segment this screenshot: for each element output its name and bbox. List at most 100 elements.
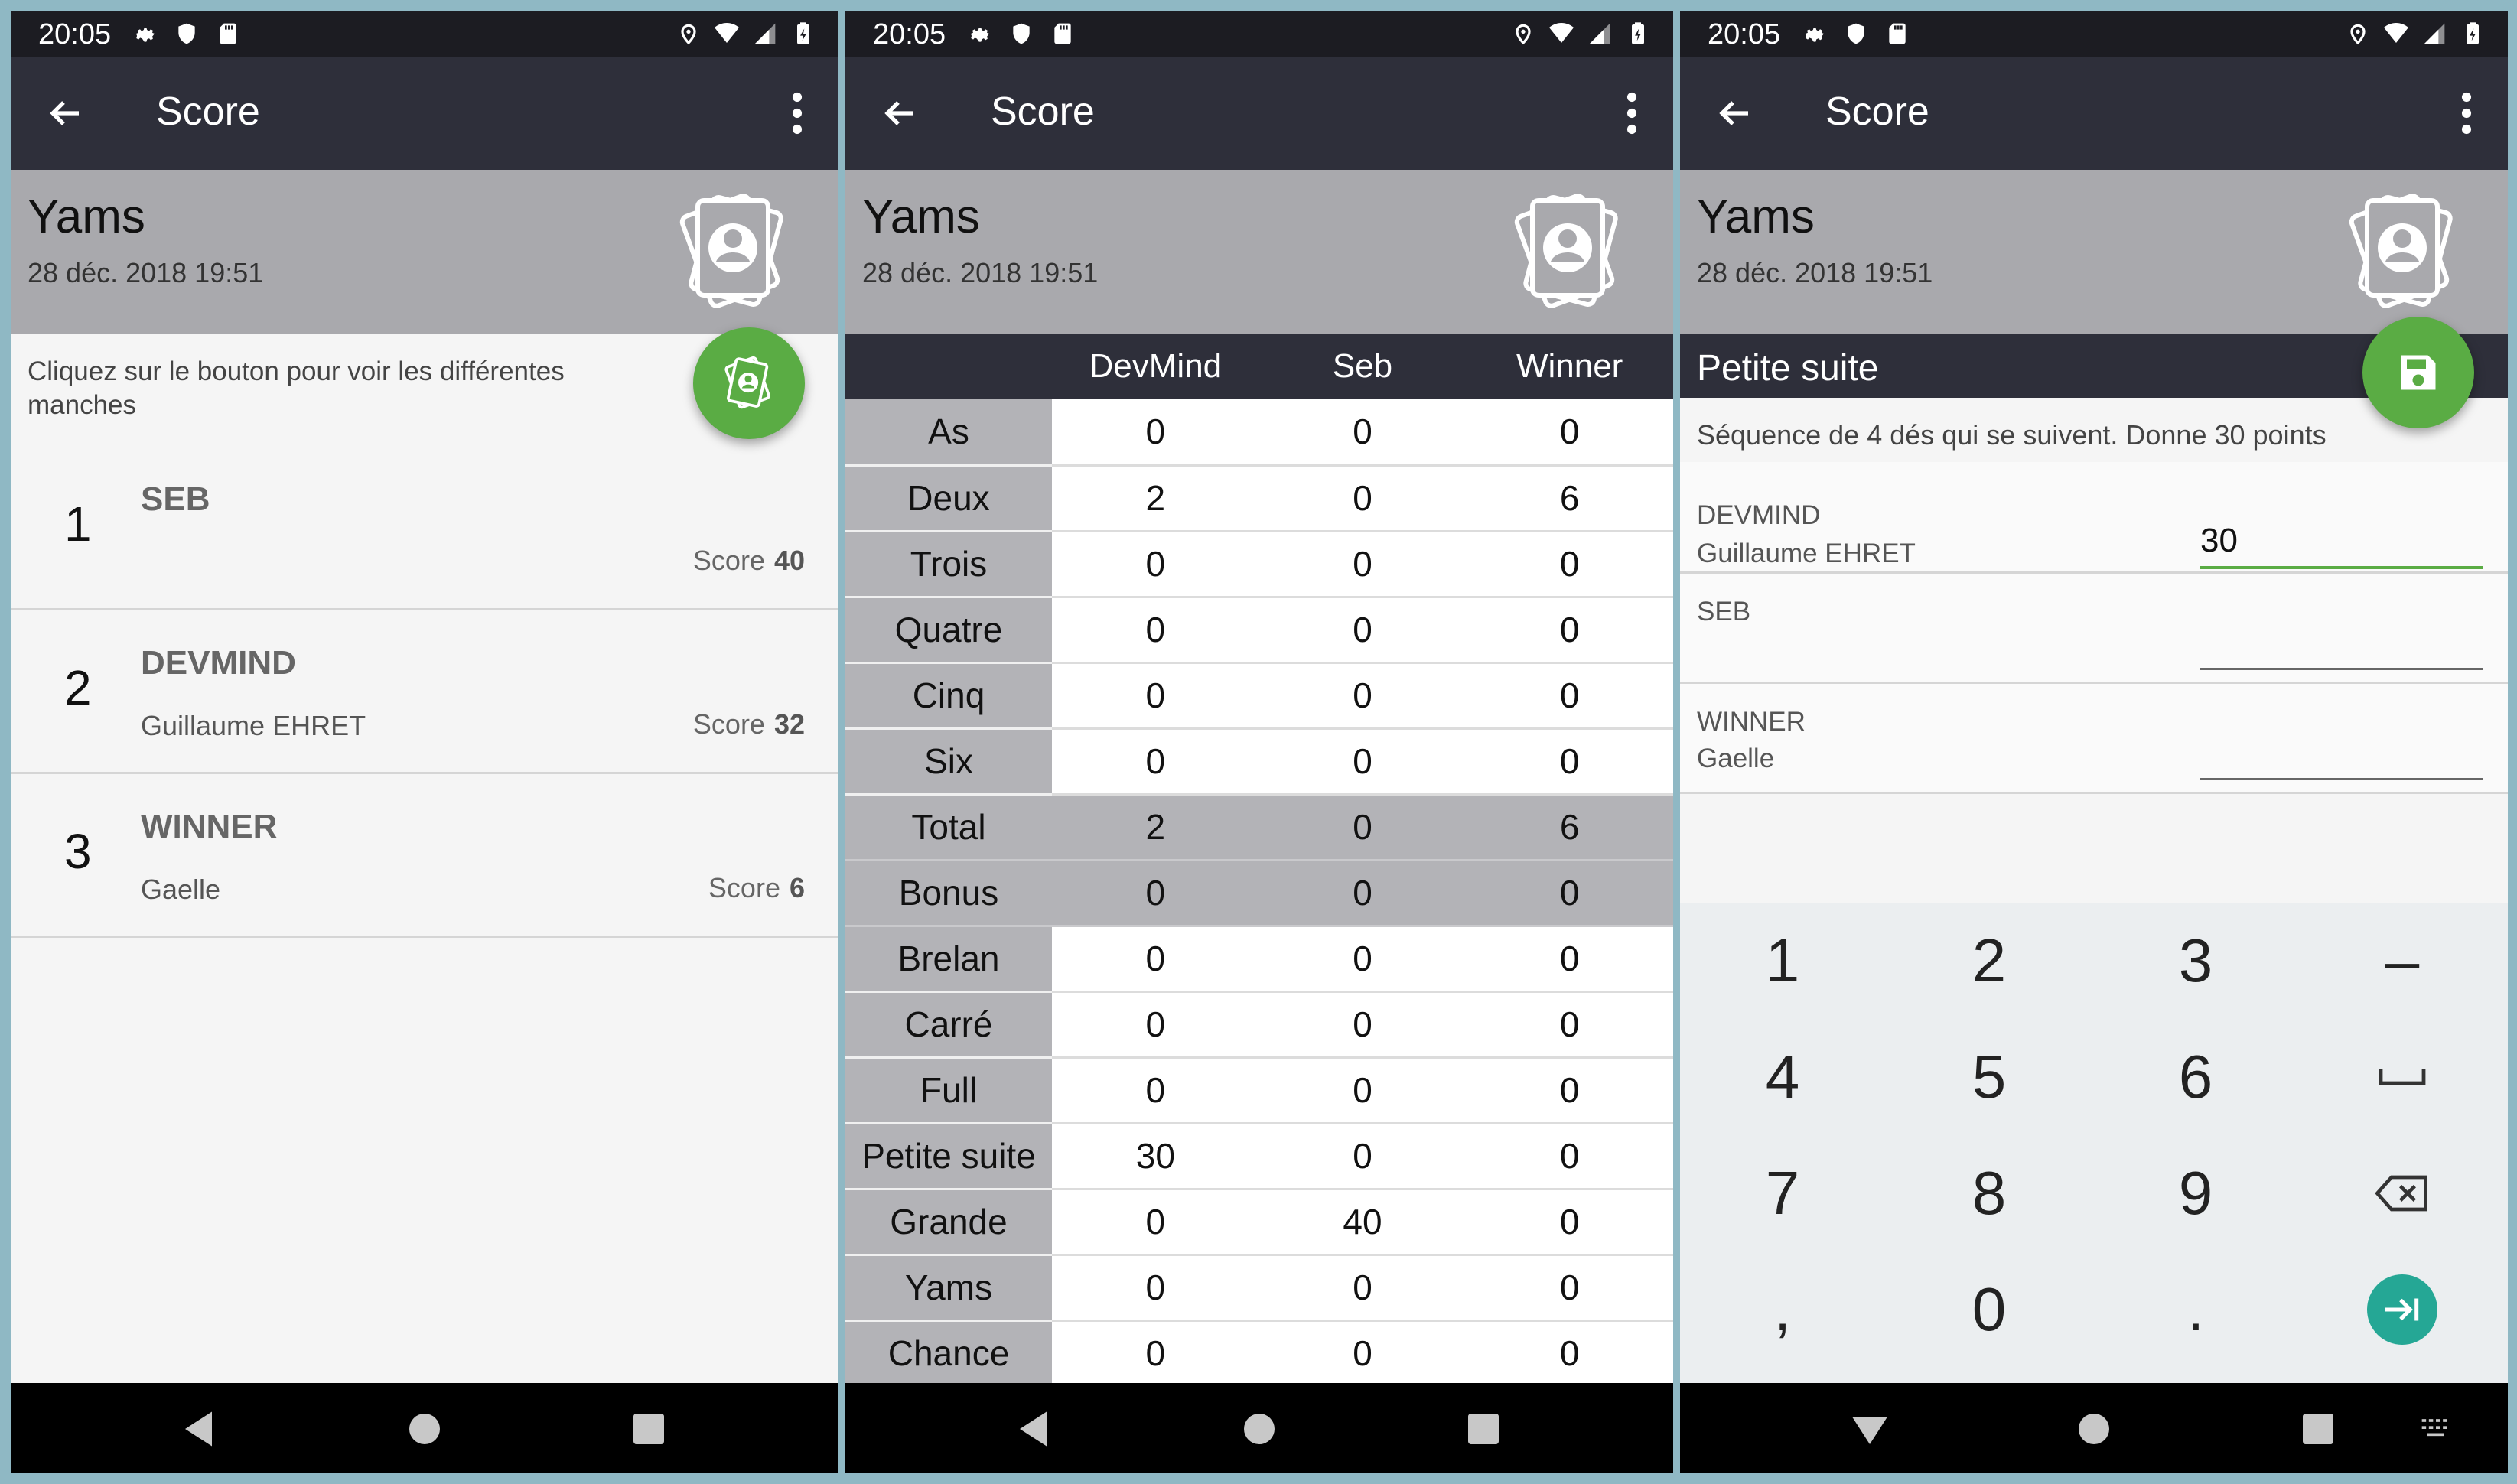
tab-next-icon [2385, 1298, 2419, 1321]
score-cell[interactable]: 0 [1466, 860, 1673, 927]
nav-home-icon[interactable] [2071, 1406, 2117, 1452]
row-label: Cinq [845, 662, 1052, 730]
score-cell[interactable]: 2 [1052, 794, 1259, 861]
nav-recents-icon[interactable] [2295, 1406, 2341, 1452]
score-cell[interactable]: 0 [1052, 662, 1259, 730]
score-cell[interactable]: 0 [1466, 728, 1673, 796]
key-backspace[interactable] [2300, 1135, 2505, 1251]
table-body: As 0 0 0 Deux 2 0 6 Trois 0 0 0 Quatre 0 0 0 Cinq 0 0 0 Six 0… [845, 399, 1673, 1388]
score-cell[interactable]: 0 [1258, 597, 1467, 664]
score-input[interactable] [2200, 516, 2483, 569]
score-cell[interactable]: 0 [1466, 597, 1673, 664]
save-fab-button[interactable] [2362, 317, 2474, 428]
key-5[interactable]: 5 [1887, 1019, 2092, 1135]
score-cell[interactable]: 0 [1466, 1320, 1673, 1388]
key-1[interactable]: 1 [1680, 903, 1885, 1019]
score-cell[interactable]: 0 [1466, 1255, 1673, 1322]
back-arrow-icon[interactable] [879, 95, 920, 132]
score-cell[interactable]: 0 [1052, 399, 1259, 467]
ranking-item[interactable]: 3 WINNER Gaelle Score 6 [11, 774, 838, 938]
score-cell[interactable]: 0 [1466, 531, 1673, 598]
score-cell[interactable]: 0 [1258, 991, 1467, 1059]
key-minus[interactable]: – [2300, 903, 2505, 1019]
score-input[interactable] [2200, 727, 2483, 780]
nav-home-icon[interactable] [1236, 1406, 1282, 1452]
score-cell[interactable]: 0 [1258, 860, 1467, 927]
key-space[interactable] [2300, 1019, 2505, 1135]
score-cell[interactable]: 0 [1466, 1123, 1673, 1190]
score-cell[interactable]: 40 [1258, 1189, 1467, 1256]
score-cell[interactable]: 0 [1258, 465, 1467, 532]
score-cell[interactable]: 2 [1052, 465, 1259, 532]
score-cell[interactable]: 0 [1052, 597, 1259, 664]
key-period[interactable]: . [2093, 1251, 2298, 1368]
status-time: 20:05 [1708, 18, 1781, 50]
score-cell[interactable]: 30 [1052, 1123, 1259, 1190]
nav-recents-icon[interactable] [1460, 1406, 1506, 1452]
back-arrow-icon[interactable] [1714, 95, 1755, 132]
score-cell[interactable]: 0 [1052, 1057, 1259, 1124]
score-cell[interactable]: 0 [1052, 1320, 1259, 1388]
sd-card-icon [220, 23, 236, 44]
score-cell[interactable]: 0 [1258, 662, 1467, 730]
rank-number: 3 [64, 824, 92, 879]
key-4[interactable]: 4 [1680, 1019, 1885, 1135]
score-cell[interactable]: 0 [1052, 1255, 1259, 1322]
rounds-fab-button[interactable] [693, 327, 805, 439]
score-cell[interactable]: 6 [1466, 794, 1673, 861]
key-0[interactable]: 0 [1887, 1251, 2092, 1368]
shield-icon [1013, 23, 1030, 44]
nav-back-icon[interactable] [177, 1406, 223, 1452]
score-cell[interactable]: 0 [1466, 1189, 1673, 1256]
score-cell[interactable]: 0 [1466, 991, 1673, 1059]
score-input[interactable] [2200, 617, 2483, 670]
keyboard-switch-icon[interactable] [2419, 1414, 2453, 1444]
score-cell[interactable]: 0 [1052, 531, 1259, 598]
score-cell[interactable]: 0 [1258, 399, 1467, 467]
key-9[interactable]: 9 [2093, 1135, 2298, 1251]
score-cell[interactable]: 0 [1466, 662, 1673, 730]
score-cell[interactable]: 0 [1052, 860, 1259, 927]
score-cell[interactable]: 0 [1466, 926, 1673, 993]
more-vert-icon[interactable] [790, 92, 805, 135]
nav-recents-icon[interactable] [626, 1406, 672, 1452]
key-2[interactable]: 2 [1887, 903, 2092, 1019]
score-cell[interactable]: 0 [1052, 926, 1259, 993]
player-score: Score 40 [693, 545, 805, 577]
score-cell[interactable]: 0 [1052, 1189, 1259, 1256]
score-cell[interactable]: 0 [1258, 1057, 1467, 1124]
score-cell[interactable]: 0 [1258, 926, 1467, 993]
nav-home-icon[interactable] [402, 1406, 448, 1452]
player-score: Score 32 [693, 708, 805, 740]
more-vert-icon[interactable] [1624, 92, 1639, 135]
key-8[interactable]: 8 [1887, 1135, 2092, 1251]
key-comma[interactable]: , [1680, 1251, 1885, 1368]
score-cell[interactable]: 0 [1466, 1057, 1673, 1124]
key-3[interactable]: 3 [2093, 903, 2298, 1019]
score-cell[interactable]: 0 [1258, 1123, 1467, 1190]
key-6[interactable]: 6 [2093, 1019, 2298, 1135]
table-row: Quatre 0 0 0 [845, 597, 1673, 664]
nav-back-icon[interactable] [1012, 1406, 1058, 1452]
score-cell[interactable]: 0 [1258, 1320, 1467, 1388]
ranking-item[interactable]: 2 DEVMIND Guillaume EHRET Score 32 [11, 610, 838, 774]
nav-hide-keyboard-icon[interactable] [1847, 1406, 1893, 1452]
score-cell[interactable]: 0 [1258, 794, 1467, 861]
ranking-item[interactable]: 1 SEB Score 40 [11, 447, 838, 610]
game-header: Yams 28 déc. 2018 19:51 [845, 170, 1673, 334]
score-cell[interactable]: 0 [1466, 399, 1673, 467]
row-label: Chance [845, 1320, 1052, 1388]
screen-score-table: 20:05 Score Yams 28 déc. 2018 19:51 DevM… [845, 11, 1673, 1473]
back-arrow-icon[interactable] [44, 95, 86, 132]
settings-icon [971, 28, 989, 42]
score-cell[interactable]: 6 [1466, 465, 1673, 532]
key-next[interactable] [2300, 1251, 2505, 1368]
score-cell[interactable]: 0 [1052, 728, 1259, 796]
score-cell[interactable]: 0 [1258, 1255, 1467, 1322]
score-cell[interactable]: 0 [1258, 531, 1467, 598]
more-vert-icon[interactable] [2459, 92, 2474, 135]
score-cell[interactable]: 0 [1052, 991, 1259, 1059]
row-label: Yams [845, 1255, 1052, 1322]
score-cell[interactable]: 0 [1258, 728, 1467, 796]
key-7[interactable]: 7 [1680, 1135, 1885, 1251]
